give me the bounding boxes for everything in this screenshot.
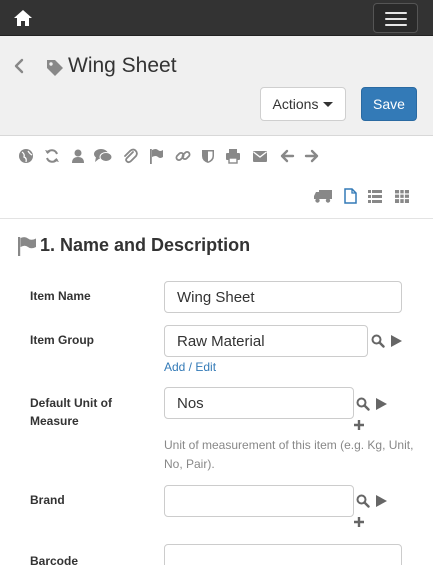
caret-down-icon [323, 101, 334, 107]
envelope-icon[interactable] [251, 148, 269, 164]
paperclip-icon[interactable] [121, 148, 139, 164]
hamburger-bar [385, 12, 407, 14]
save-button[interactable]: Save [361, 87, 417, 121]
item-name-label: Item Name [30, 289, 91, 303]
uom-label-line1: Default Unit of [30, 396, 112, 410]
barcode-input[interactable] [164, 544, 402, 565]
flag-icon [18, 237, 36, 256]
play-icon[interactable] [390, 335, 402, 347]
play-icon[interactable] [375, 398, 387, 410]
search-icon[interactable] [356, 494, 370, 508]
hamburger-bar [385, 24, 407, 26]
uom-label-line2: Measure [30, 414, 79, 428]
user-icon[interactable] [69, 148, 87, 164]
item-group-label: Item Group [30, 333, 95, 347]
truck-icon[interactable] [313, 188, 333, 204]
arrow-left-icon[interactable] [278, 148, 296, 164]
add-edit-link[interactable]: Add / Edit [164, 360, 216, 374]
back-chevron-icon[interactable] [13, 58, 25, 74]
top-navbar [0, 0, 433, 36]
hamburger-bar [385, 18, 407, 20]
uom-help-text: Unit of measurement of this item (e.g. K… [164, 438, 414, 471]
plus-icon[interactable] [353, 419, 365, 431]
search-icon[interactable] [356, 397, 370, 411]
flag-icon[interactable] [147, 148, 165, 164]
actions-label: Actions [272, 96, 319, 112]
barcode-label: Barcode [30, 554, 79, 565]
comments-icon[interactable] [93, 148, 113, 164]
refresh-icon[interactable] [43, 148, 61, 164]
arrow-right-icon[interactable] [303, 148, 321, 164]
menu-toggle-button[interactable] [373, 3, 418, 33]
item-group-input[interactable] [164, 325, 368, 357]
uom-input[interactable] [164, 387, 354, 419]
play-icon[interactable] [375, 495, 387, 507]
brand-input[interactable] [164, 485, 354, 517]
document-icon[interactable] [341, 188, 359, 204]
brand-label: Brand [30, 493, 65, 507]
print-icon[interactable] [224, 148, 242, 164]
section-title: 1. Name and Description [40, 235, 251, 255]
tag-icon [47, 60, 63, 76]
plus-icon[interactable] [353, 516, 365, 528]
search-icon[interactable] [371, 334, 385, 348]
grid-view-icon[interactable] [393, 188, 411, 204]
home-icon[interactable] [12, 8, 34, 28]
page-header: Wing Sheet Actions Save [0, 36, 433, 136]
record-toolbar [0, 137, 433, 219]
link-icon[interactable] [174, 148, 192, 164]
list-view-icon[interactable] [366, 188, 384, 204]
item-name-input[interactable] [164, 281, 402, 313]
uom-label: Default Unit of Measure [30, 394, 112, 430]
shield-icon[interactable] [199, 148, 217, 164]
globe-icon[interactable] [17, 148, 35, 164]
page-title: Wing Sheet [68, 54, 177, 77]
actions-dropdown-button[interactable]: Actions [260, 87, 346, 121]
